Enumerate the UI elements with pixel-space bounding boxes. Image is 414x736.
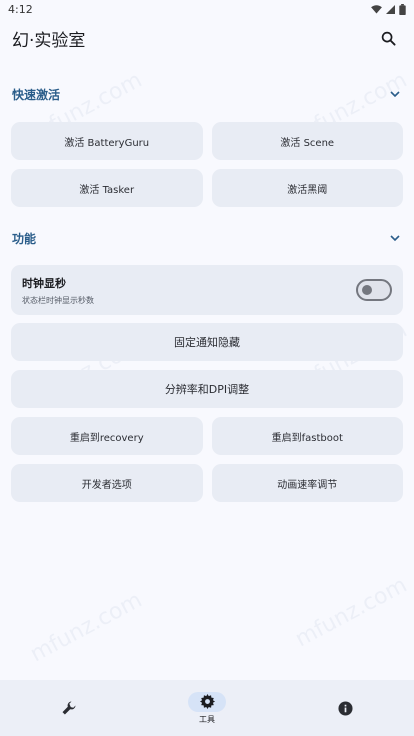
bottom-nav: 工具 bbox=[0, 680, 414, 736]
battery-icon bbox=[399, 3, 406, 15]
status-bar: 4:12 bbox=[0, 0, 414, 18]
app-title: 幻·实验室 bbox=[12, 30, 86, 51]
gear-icon bbox=[199, 694, 215, 709]
chevron-down-icon bbox=[390, 234, 400, 241]
nav-item-wrench[interactable] bbox=[29, 698, 109, 718]
nav-item-info[interactable] bbox=[305, 698, 385, 718]
activate-scene-button[interactable]: 激活 Scene bbox=[211, 122, 403, 160]
watermark: mfunz.com bbox=[26, 587, 147, 668]
wrench-icon bbox=[62, 701, 76, 715]
app-bar: 幻·实验室 bbox=[0, 18, 414, 58]
activate-tasker-button[interactable]: 激活 Tasker bbox=[11, 169, 203, 207]
nav-item-tools[interactable]: 工具 bbox=[167, 691, 247, 725]
section-title: 功能 bbox=[12, 231, 37, 246]
chevron-down-icon bbox=[390, 90, 400, 97]
reboot-recovery-button[interactable]: 重启到recovery bbox=[11, 417, 203, 455]
wifi-icon bbox=[371, 4, 382, 14]
quick-activate-header[interactable]: 快速激活 bbox=[0, 82, 414, 106]
nav-pill bbox=[50, 698, 88, 718]
toggle-text: 时钟显秒 状态栏时钟显示秒数 bbox=[22, 275, 94, 306]
hide-notification-button[interactable]: 固定通知隐藏 bbox=[11, 323, 403, 361]
animation-speed-button[interactable]: 动画速率调节 bbox=[211, 464, 403, 502]
activate-batteryguru-button[interactable]: 激活 BatteryGuru bbox=[11, 122, 203, 160]
status-time: 4:12 bbox=[8, 2, 33, 16]
search-button[interactable] bbox=[374, 24, 402, 52]
features-header[interactable]: 功能 bbox=[0, 226, 414, 250]
toggle-subtitle: 状态栏时钟显示秒数 bbox=[22, 295, 94, 305]
switch-knob bbox=[362, 285, 372, 295]
nav-pill-active bbox=[188, 691, 226, 712]
reboot-fastboot-button[interactable]: 重启到fastboot bbox=[211, 417, 403, 455]
features-grid: 重启到recovery 重启到fastboot 开发者选项 动画速率调节 bbox=[0, 417, 414, 502]
watermark: mfunz.com bbox=[291, 572, 412, 653]
toggle-title: 时钟显秒 bbox=[22, 276, 66, 290]
resolution-dpi-button[interactable]: 分辨率和DPI调整 bbox=[11, 370, 403, 408]
activate-heiyu-button[interactable]: 激活黑阈 bbox=[211, 169, 403, 207]
nav-pill bbox=[326, 698, 364, 718]
section-title: 快速激活 bbox=[12, 87, 61, 102]
info-icon bbox=[337, 700, 353, 716]
search-icon bbox=[381, 31, 396, 46]
signal-icon bbox=[386, 4, 395, 14]
clock-seconds-toggle-card[interactable]: 时钟显秒 状态栏时钟显示秒数 bbox=[11, 265, 403, 315]
nav-label: 工具 bbox=[199, 714, 215, 724]
developer-options-button[interactable]: 开发者选项 bbox=[11, 464, 203, 502]
quick-activate-grid: 激活 BatteryGuru 激活 Scene 激活 Tasker 激活黑阈 bbox=[0, 122, 414, 207]
clock-seconds-switch[interactable] bbox=[356, 279, 392, 301]
status-icons bbox=[371, 3, 406, 15]
